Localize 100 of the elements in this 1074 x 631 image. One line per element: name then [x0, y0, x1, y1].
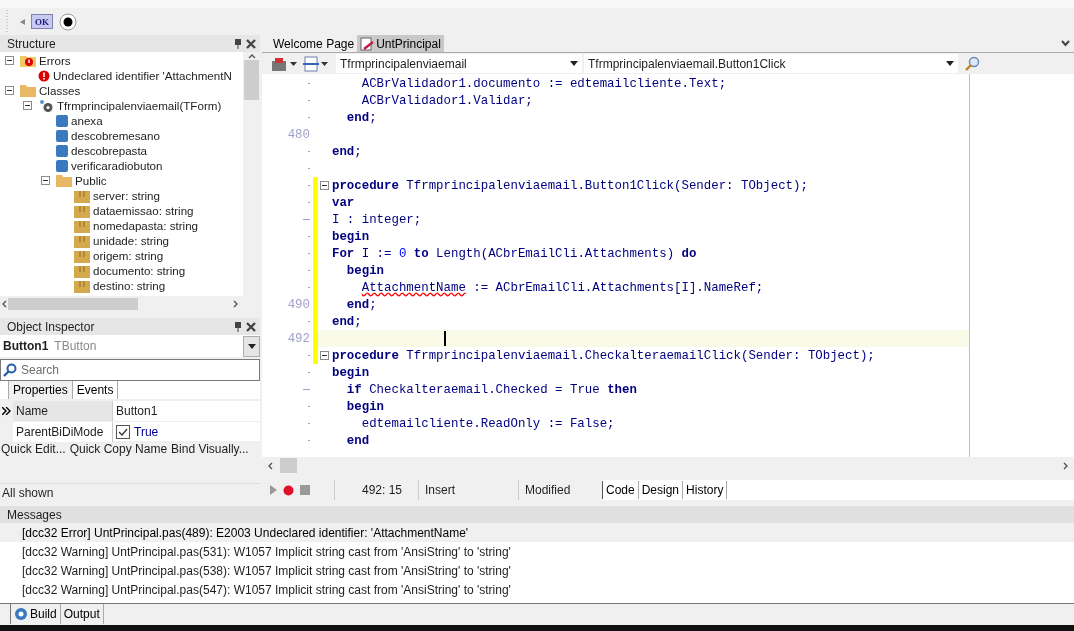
method-combo[interactable]: Tfrmprincipalenviaemail.Button1Click — [584, 54, 958, 74]
dropdown-button[interactable] — [243, 335, 260, 357]
code-line: begin — [332, 365, 370, 380]
tree-item[interactable]: origem: string — [93, 249, 164, 263]
tree-item[interactable]: Undeclared identifier 'AttachmentN — [53, 69, 232, 83]
inspector-tab[interactable]: Properties — [8, 381, 73, 400]
tree-item[interactable]: server: string — [93, 189, 160, 203]
folder-icon — [56, 174, 72, 188]
code-line: var — [332, 195, 355, 210]
collapse-icon[interactable] — [5, 86, 14, 96]
field-icon — [74, 203, 90, 218]
code-line: end; — [345, 110, 377, 125]
property-value[interactable]: Button1 — [116, 404, 158, 419]
caret-icon[interactable] — [290, 61, 297, 66]
code-line: procedure Tfrmprincipalenviaemail.CheckalteraemailClick(Sender: TObject); — [332, 348, 875, 363]
field-icon — [74, 263, 90, 278]
pin-icon[interactable] — [234, 38, 242, 49]
line-marker-icon — [308, 406, 310, 408]
scrollbar-thumb[interactable] — [8, 298, 138, 311]
field-icon — [74, 218, 90, 233]
messages-tab[interactable]: Output — [60, 604, 104, 625]
collapse-icon[interactable] — [23, 101, 32, 111]
line-marker-icon — [303, 219, 310, 221]
tree-item[interactable]: anexa — [71, 114, 103, 128]
property-value[interactable]: True — [134, 425, 159, 440]
class-combo[interactable]: Tfrmprincipalenviaemail — [336, 54, 582, 74]
checkbox[interactable] — [116, 425, 130, 440]
collapse-icon[interactable] — [320, 181, 329, 191]
tree-item[interactable]: documento: string — [93, 264, 186, 278]
method-icon — [56, 159, 68, 172]
tree-item[interactable]: verificaradiobuton — [71, 159, 163, 173]
line-marker-icon — [308, 440, 310, 442]
collapse-icon[interactable] — [320, 351, 329, 361]
scroll-up-icon[interactable] — [247, 52, 256, 61]
tree-item[interactable]: destino: string — [93, 279, 166, 293]
scrollbar-thumb[interactable] — [244, 60, 259, 101]
quick-action-link[interactable]: Quick Copy Name — [69, 441, 168, 456]
collapse-icon[interactable] — [5, 56, 14, 66]
property-name[interactable]: ParentBiDiMode — [13, 422, 113, 443]
search-icon[interactable] — [964, 55, 980, 72]
caret-icon — [247, 343, 256, 349]
code-line: ACBrValidador1.Validar; — [360, 93, 533, 108]
tree-item[interactable]: Errors — [39, 54, 71, 68]
method-icon — [56, 129, 68, 142]
component-selector[interactable]: Button1 TButton — [0, 335, 260, 358]
chevron-down-icon[interactable] — [1061, 40, 1070, 48]
code-line: For I := 0 to Length(ACbrEmailCli.Attachments) do — [332, 246, 697, 261]
scroll-left-icon[interactable] — [0, 300, 8, 309]
code-line: ACBrValidador1.documento := edtemailcliente.Text; — [360, 76, 727, 91]
property-name[interactable]: Name — [13, 401, 113, 422]
record-icon[interactable] — [283, 484, 294, 496]
line-marker-icon — [308, 168, 310, 170]
line-marker-icon — [308, 270, 310, 272]
ok-button[interactable]: OK — [31, 14, 53, 30]
messages-tab[interactable]: Build — [10, 604, 61, 625]
tree-item[interactable]: Classes — [39, 84, 81, 98]
caret-icon[interactable] — [321, 61, 328, 66]
editor-tab[interactable]: UntPrincipal — [357, 35, 444, 53]
line-marker-icon — [308, 151, 310, 153]
tree-item[interactable]: descobremesano — [71, 129, 160, 143]
close-icon[interactable] — [246, 38, 256, 49]
search-field[interactable]: Search — [0, 359, 260, 382]
close-icon[interactable] — [246, 321, 256, 332]
tree-item[interactable]: unidade: string — [93, 234, 170, 248]
error-message[interactable]: [dcc32 Error] UntPrincipal.pas(489): E2003 Undeclared identifier: 'AttachmentName' — [0, 523, 1074, 543]
tree-item[interactable]: descobrepasta — [71, 144, 148, 158]
line-number: 492 — [287, 331, 310, 346]
view-tab[interactable]: Design — [638, 481, 684, 500]
editor-tab[interactable]: Welcome Page — [270, 35, 358, 53]
scroll-left-icon[interactable] — [20, 18, 25, 25]
quick-action-link[interactable]: Bind Visually... — [171, 441, 249, 456]
line-marker-icon — [308, 236, 310, 238]
dropdown-arrow-icon[interactable] — [946, 61, 954, 67]
line-marker-icon — [308, 117, 310, 119]
collapse-icon[interactable] — [41, 176, 50, 186]
field-icon — [74, 278, 90, 293]
line-number: 480 — [287, 127, 310, 142]
scroll-left-icon[interactable] — [266, 461, 274, 470]
tree-item[interactable]: dataemissao: string — [93, 204, 194, 218]
dropdown-arrow-icon[interactable] — [570, 61, 578, 67]
scroll-right-icon[interactable] — [232, 300, 240, 309]
tree-item[interactable]: Tfrmprincipalenviaemail(TForm) — [57, 99, 222, 113]
scrollbar-thumb[interactable] — [280, 458, 297, 474]
view-tab[interactable]: Code — [602, 481, 639, 500]
vertical-scrollbar[interactable] — [243, 52, 260, 297]
view-tab[interactable]: History — [683, 481, 728, 500]
tree-item[interactable]: Public — [75, 174, 107, 188]
scroll-right-icon[interactable] — [1062, 461, 1070, 470]
field-icon — [74, 233, 90, 248]
toolbox-icon[interactable] — [270, 55, 288, 72]
pin-icon[interactable] — [234, 321, 242, 332]
method-icon — [56, 144, 68, 157]
quick-action-link[interactable]: Quick Edit... — [1, 441, 66, 456]
line-marker-icon — [308, 202, 310, 204]
tree-item[interactable]: nomedapasta: string — [93, 219, 199, 233]
line-marker-icon — [308, 100, 310, 102]
code-line: I : integer; — [332, 212, 422, 227]
form-icon[interactable] — [303, 55, 319, 72]
code-line: edtemailcliente.ReadOnly := False; — [360, 416, 615, 431]
radio-button-icon[interactable] — [59, 12, 77, 31]
